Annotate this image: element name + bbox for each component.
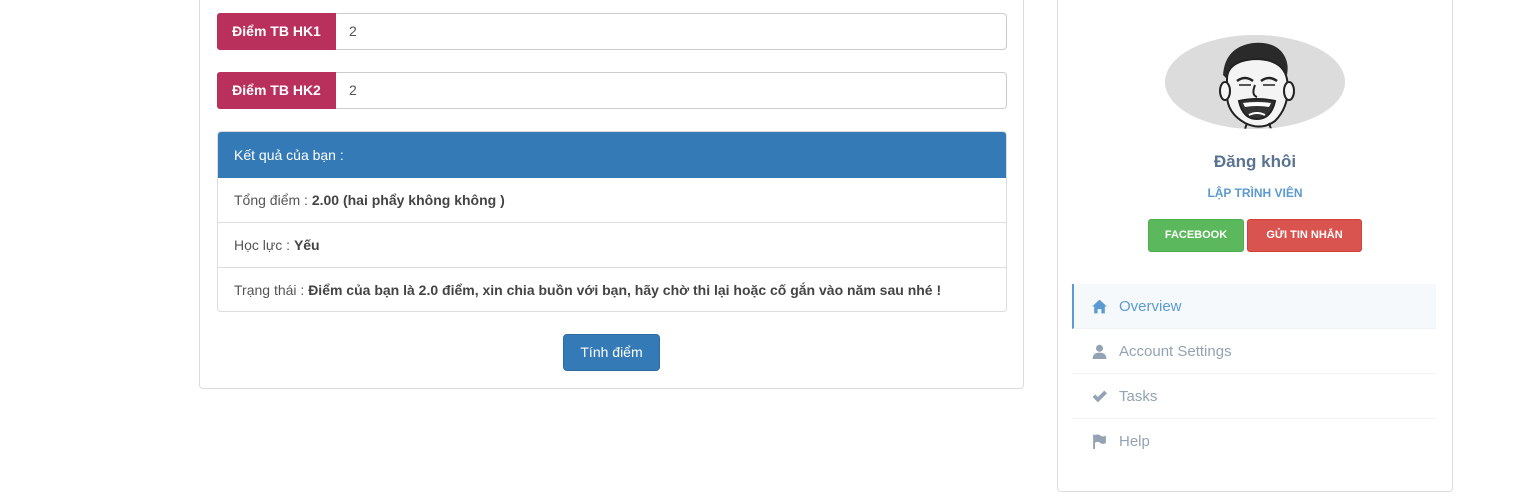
hk2-input[interactable]: 2 — [336, 72, 1007, 109]
hk1-input-group: Điểm TB HK1 2 — [217, 13, 1007, 50]
send-message-button[interactable]: GỬI TIN NHẮN — [1247, 219, 1362, 252]
result-total-label: Tổng điểm : — [234, 192, 312, 208]
result-heading: Kết quả của bạn : — [218, 132, 1006, 178]
menu-item-label: Tasks — [1119, 387, 1158, 405]
profile-role: LẬP TRÌNH VIÊN — [1207, 186, 1303, 200]
hk1-input[interactable]: 2 — [336, 13, 1007, 50]
check-icon — [1090, 387, 1108, 405]
profile-name: Đăng khôi — [1213, 152, 1297, 171]
home-icon — [1090, 297, 1108, 315]
result-status-row: Trạng thái : Điểm của bạn là 2.0 điểm, x… — [218, 268, 1006, 311]
avatar-face-icon — [1165, 35, 1345, 129]
avatar — [1165, 35, 1345, 129]
result-total-row: Tổng điểm : 2.00 (hai phẩy không không ) — [218, 178, 1006, 223]
result-status-value: Điểm của bạn là 2.0 điểm, xin chia buồn … — [308, 282, 942, 298]
result-total-value: 2.00 (hai phẩy không không ) — [311, 192, 505, 208]
menu-item-account-settings[interactable]: Account Settings — [1072, 329, 1436, 374]
menu-item-label: Account Settings — [1119, 342, 1232, 360]
menu-item-label: Help — [1119, 433, 1150, 450]
hk1-label: Điểm TB HK1 — [217, 13, 336, 50]
facebook-button[interactable]: FACEBOOK — [1148, 219, 1244, 252]
menu-item-tasks[interactable]: Tasks — [1072, 374, 1436, 419]
hk2-input-group: Điểm TB HK2 2 — [217, 72, 1007, 109]
result-panel: Kết quả của bạn : Tổng điểm : 2.00 (hai … — [217, 131, 1007, 312]
result-status-label: Trạng thái : — [234, 282, 309, 298]
profile-menu: Overview Account Settings Tasks Help — [1072, 284, 1436, 464]
hk2-label: Điểm TB HK2 — [217, 72, 336, 109]
user-icon — [1090, 342, 1108, 360]
menu-item-overview[interactable]: Overview — [1072, 284, 1436, 329]
menu-item-label: Overview — [1119, 297, 1182, 315]
result-rank-row: Học lực : Yếu — [218, 223, 1006, 268]
calculate-button[interactable]: Tính điểm — [563, 334, 660, 371]
menu-item-help[interactable]: Help — [1072, 419, 1436, 464]
result-rank-label: Học lực : — [234, 237, 294, 253]
result-rank-value: Yếu — [293, 237, 320, 253]
flag-icon — [1090, 433, 1108, 451]
